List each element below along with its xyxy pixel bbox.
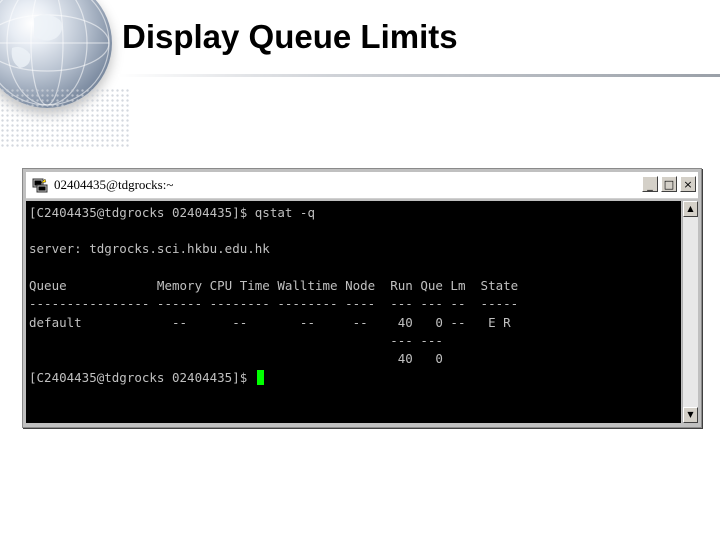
slide-title: Display Queue Limits [122,18,458,55]
scroll-up-button[interactable]: ▲ [683,201,698,217]
terminal-line-separator: ---------------- ------ -------- -------… [29,296,519,311]
terminal-window[interactable]: 02404435@tdgrocks:~ _ □ × [C2404435@tdgr… [22,168,702,428]
terminal-line-header: Queue Memory CPU Time Walltime Node Run … [29,278,519,293]
text-cursor [256,370,264,385]
dot-pattern [0,88,130,148]
terminal-line-default-queue: default -- -- -- -- 40 0 -- E R [29,315,511,330]
prompt-text: [C2404435@tdgrocks 02404435]$ [29,370,255,385]
window-title: 02404435@tdgrocks:~ [54,177,174,192]
scroll-down-button[interactable]: ▼ [683,407,698,423]
terminal-line-totals-separator: --- --- [29,333,443,348]
terminal-output[interactable]: [C2404435@tdgrocks 02404435]$ qstat -q s… [26,201,681,423]
terminal-line-server: server: tdgrocks.sci.hkbu.edu.hk [29,241,270,256]
close-button[interactable]: × [680,176,696,192]
vertical-scrollbar[interactable]: ▲ ▼ [682,201,698,423]
title-underline [118,74,720,77]
putty-icon[interactable] [32,177,48,193]
terminal-line-command: [C2404435@tdgrocks 02404435]$ qstat -q [29,205,315,220]
window-titlebar[interactable]: 02404435@tdgrocks:~ _ □ × [26,172,698,199]
minimize-button[interactable]: _ [642,176,658,192]
terminal-line-totals: 40 0 [29,351,443,366]
maximize-button[interactable]: □ [661,176,677,192]
terminal-line-prompt[interactable]: [C2404435@tdgrocks 02404435]$ [29,370,264,386]
